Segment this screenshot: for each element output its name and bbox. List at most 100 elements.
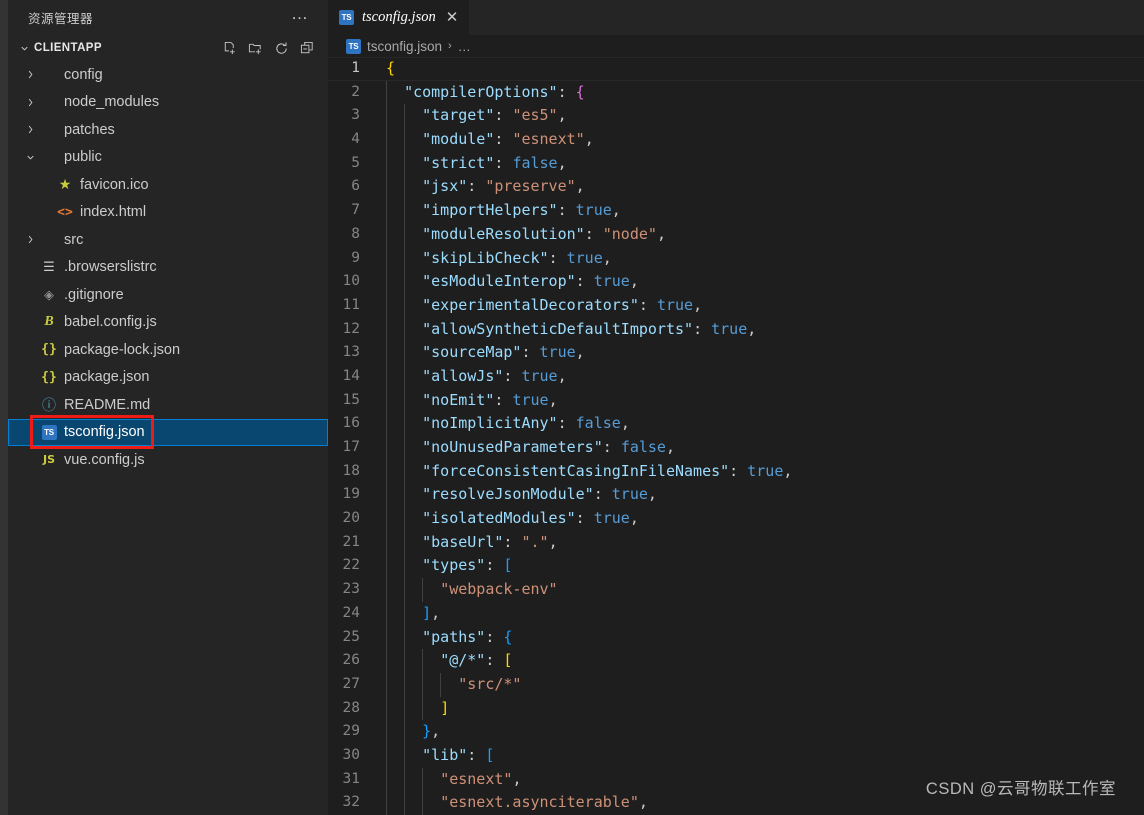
code-line[interactable]: 14 "allowJs": true, <box>328 364 1144 389</box>
line-number: 4 <box>351 131 360 148</box>
tree-file-readme-md[interactable]: ⓘ README.md <box>8 391 328 419</box>
code-token: [ <box>485 745 495 764</box>
code-token: "allowJs" <box>422 366 504 385</box>
code-line[interactable]: 4 "module": "esnext", <box>328 128 1144 152</box>
code-line[interactable]: 16 "noImplicitAny": false, <box>328 412 1144 436</box>
code-line[interactable]: 29 }, <box>328 720 1144 744</box>
code-line-text: "types": [ <box>386 554 1144 579</box>
code-line[interactable]: 15 "noEmit": true, <box>328 388 1144 413</box>
chevron-down-icon[interactable] <box>16 43 32 54</box>
code-line[interactable]: 24 ], <box>328 601 1144 626</box>
chevron-right-icon[interactable] <box>22 69 38 80</box>
breadcrumb-ellipsis[interactable]: … <box>458 39 472 54</box>
code-line[interactable]: 30 "lib": [ <box>328 743 1144 768</box>
json-icon: {} <box>38 342 60 357</box>
code-line-text: "esnext.asynciterable", <box>386 791 1144 815</box>
file-tree: config node_modules patches public ★ favicon.… <box>8 61 328 474</box>
code-line[interactable]: 7 "importHelpers": true, <box>328 199 1144 223</box>
tree-file--gitignore[interactable]: ◈ .gitignore <box>8 281 328 309</box>
code-token: : <box>557 201 576 220</box>
new-folder-icon[interactable] <box>247 40 264 57</box>
code-line[interactable]: 19 "resolveJsonModule": true, <box>328 483 1144 508</box>
collapse-all-icon[interactable] <box>299 40 316 57</box>
code-line[interactable]: 13 "sourceMap": true, <box>328 341 1144 365</box>
code-line[interactable]: 31 "esnext", <box>328 767 1144 792</box>
code-line[interactable]: 25 "paths": { <box>328 625 1144 650</box>
code-line[interactable]: 27 "src/*" <box>328 672 1144 697</box>
code-token: true <box>611 485 648 504</box>
code-token: , <box>638 793 648 812</box>
indent-guide <box>386 104 387 129</box>
code-line[interactable]: 22 "types": [ <box>328 554 1144 579</box>
tree-file-package-lock-json[interactable]: {} package-lock.json <box>8 336 328 364</box>
activity-bar[interactable] <box>0 0 8 815</box>
chevron-down-icon[interactable] <box>22 152 38 163</box>
code-line[interactable]: 5 "strict": false, <box>328 151 1144 176</box>
breadcrumb-file[interactable]: tsconfig.json <box>367 39 442 54</box>
code-line[interactable]: 9 "skipLibCheck": true, <box>328 246 1144 271</box>
tree-folder-node-modules[interactable]: node_modules <box>8 89 328 117</box>
code-token: ] <box>422 603 432 622</box>
indent-guide <box>404 104 406 129</box>
breadcrumb-typescript-icon: TS <box>346 38 361 54</box>
indent-guide <box>386 625 387 650</box>
code-line[interactable]: 10 "esModuleInterop": true, <box>328 270 1144 294</box>
chevron-right-icon[interactable] <box>22 124 38 135</box>
code-token: "esnext.asynciterable" <box>440 793 639 812</box>
more-actions-icon[interactable]: … <box>287 5 314 27</box>
indent-guide <box>404 388 406 413</box>
json-icon-glyph: {} <box>41 369 57 385</box>
workspace-section-header[interactable]: CLIENTAPP <box>8 35 328 61</box>
tree-folder-src[interactable]: src <box>8 226 328 254</box>
code-line[interactable]: 8 "moduleResolution": "node", <box>328 222 1144 247</box>
code-line[interactable]: 23 "webpack-env" <box>328 578 1144 602</box>
indent-guide <box>386 293 387 318</box>
code-line[interactable]: 21 "baseUrl": ".", <box>328 530 1144 555</box>
tree-folder-patches[interactable]: patches <box>8 116 328 144</box>
tree-file-package-json[interactable]: {} package.json <box>8 364 328 392</box>
line-number: 29 <box>342 723 360 740</box>
code-line[interactable]: 3 "target": "es5", <box>328 104 1144 129</box>
tree-folder-config[interactable]: config <box>8 61 328 89</box>
tree-file-babel-config-js[interactable]: Bbabel.config.js <box>8 309 328 337</box>
line-number: 17 <box>342 439 360 455</box>
code-line[interactable]: 12 "allowSyntheticDefaultImports": true, <box>328 317 1144 342</box>
line-number: 3 <box>351 107 360 124</box>
chevron-right-icon[interactable] <box>22 97 38 108</box>
refresh-icon[interactable] <box>273 40 290 57</box>
close-icon[interactable]: ✕ <box>446 10 459 25</box>
code-line[interactable]: 17 "noUnusedParameters": false, <box>328 436 1144 460</box>
code-line[interactable]: 6 "jsx": "preserve", <box>328 175 1144 200</box>
code-line[interactable]: 18 "forceConsistentCasingInFileNames": t… <box>328 459 1144 484</box>
chevron-right-icon[interactable] <box>22 234 38 245</box>
code-line[interactable]: 32 "esnext.asynciterable", <box>328 791 1144 815</box>
indent-guide <box>386 388 387 413</box>
tree-folder-public[interactable]: public <box>8 144 328 172</box>
code-token: , <box>693 295 703 314</box>
vscode-window: 资源管理器 … CLIENTAPP config node_modules pa… <box>0 0 1144 815</box>
code-line[interactable]: 26 "@/*": [ <box>328 649 1144 673</box>
code-token: "es5" <box>512 106 558 125</box>
code-editor[interactable]: 1{2 "compilerOptions": {3 "target": "es5… <box>328 57 1144 815</box>
code-line[interactable]: 20 "isolatedModules": true, <box>328 507 1144 531</box>
indent-guide <box>386 317 387 342</box>
code-line[interactable]: 11 "experimentalDecorators": true, <box>328 293 1144 318</box>
tree-file-vue-config-js[interactable]: JS vue.config.js <box>8 446 328 474</box>
code-line[interactable]: 2 "compilerOptions": { <box>328 80 1144 105</box>
workspace-name: CLIENTAPP <box>34 42 102 54</box>
code-line[interactable]: 28 ] <box>328 696 1144 721</box>
code-token: "src/*" <box>458 674 522 693</box>
code-token: "esModuleInterop" <box>422 272 576 291</box>
line-number: 11 <box>342 296 360 313</box>
tree-file--browserslistrc[interactable]: ☰ .browserslistrc <box>8 254 328 282</box>
editor-tab-tsconfig[interactable]: TS tsconfig.json ✕ <box>328 0 470 35</box>
tree-file-index-html[interactable]: <> index.html <box>8 199 328 227</box>
tree-file-tsconfig-json[interactable]: TS tsconfig.json <box>8 418 328 446</box>
code-line[interactable]: 1{ <box>328 57 1144 81</box>
favicon-star-icon-glyph: ★ <box>58 176 72 193</box>
tree-file-favicon-ico[interactable]: ★ favicon.ico <box>8 171 328 199</box>
new-file-icon[interactable] <box>221 40 238 57</box>
code-line-text: "paths": { <box>386 625 1144 650</box>
code-token: true <box>593 272 630 291</box>
